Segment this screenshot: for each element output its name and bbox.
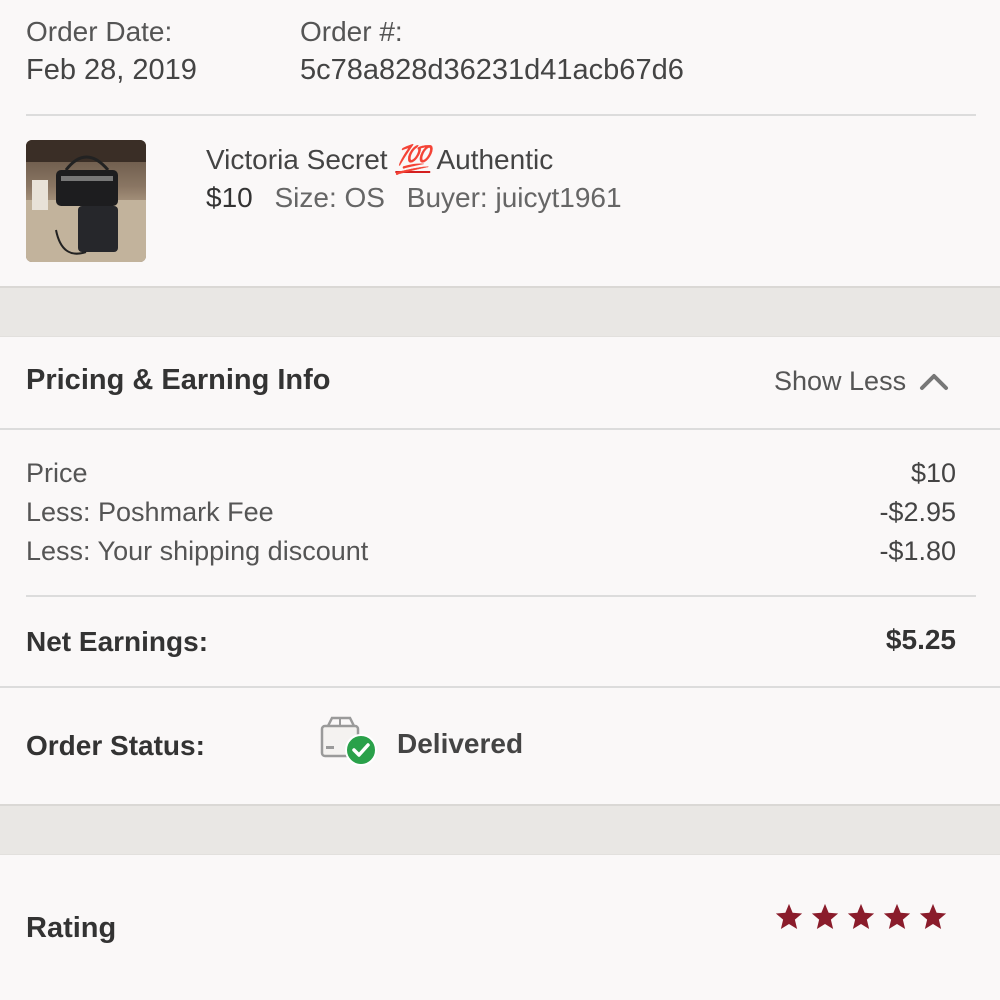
order-status-label: Order Status: (26, 730, 205, 761)
star-icon (847, 903, 875, 929)
show-less-toggle[interactable]: Show Less (774, 366, 950, 397)
divider (26, 114, 976, 116)
divider (0, 428, 1000, 430)
price-value: $10 (910, 458, 956, 488)
price-label: Price (26, 458, 88, 488)
order-status-value: Delivered (397, 728, 524, 759)
item-title-prefix: Victoria Secret (206, 144, 388, 175)
shipping-discount-label: Less: Your shipping discount (26, 536, 369, 566)
delivered-box-icon (320, 716, 380, 773)
item-buyer: Buyer: juicyt1961 (406, 182, 622, 213)
hundred-emoji-icon: 💯 (395, 144, 431, 175)
item-thumbnail[interactable] (26, 140, 146, 262)
star-icon (883, 903, 911, 929)
star-icon (811, 903, 839, 929)
divider (26, 595, 976, 597)
item-title-suffix: Authentic (436, 144, 554, 175)
order-date-label: Order Date: (26, 16, 173, 47)
chevron-up-icon (920, 373, 949, 390)
rating-label: Rating (26, 912, 117, 944)
order-date-value: Feb 28, 2019 (26, 54, 197, 86)
net-earnings-value: $5.25 (885, 624, 956, 655)
item-price: $10 (206, 182, 253, 213)
order-number-value: 5c78a828d36231d41acb67d6 (300, 54, 684, 86)
pricing-header: Pricing & Earning Info (26, 364, 331, 396)
item-details: $10 Size: OS Buyer: juicyt1961 (206, 182, 622, 214)
section-separator (0, 804, 1000, 855)
show-less-label: Show Less (774, 366, 907, 396)
shipping-discount-value: -$1.80 (879, 536, 956, 566)
star-icon (775, 903, 803, 929)
rating-stars (774, 902, 948, 932)
item-title[interactable]: Victoria Secret 💯 Authentic (206, 143, 553, 176)
poshmark-fee-value: -$2.95 (879, 497, 956, 527)
star-icon (919, 903, 947, 929)
poshmark-fee-label: Less: Poshmark Fee (26, 497, 274, 527)
item-size: Size: OS (274, 182, 385, 213)
net-earnings-label: Net Earnings: (26, 626, 209, 657)
section-separator (0, 286, 1000, 337)
divider (0, 686, 1000, 688)
order-number-label: Order #: (300, 16, 403, 47)
